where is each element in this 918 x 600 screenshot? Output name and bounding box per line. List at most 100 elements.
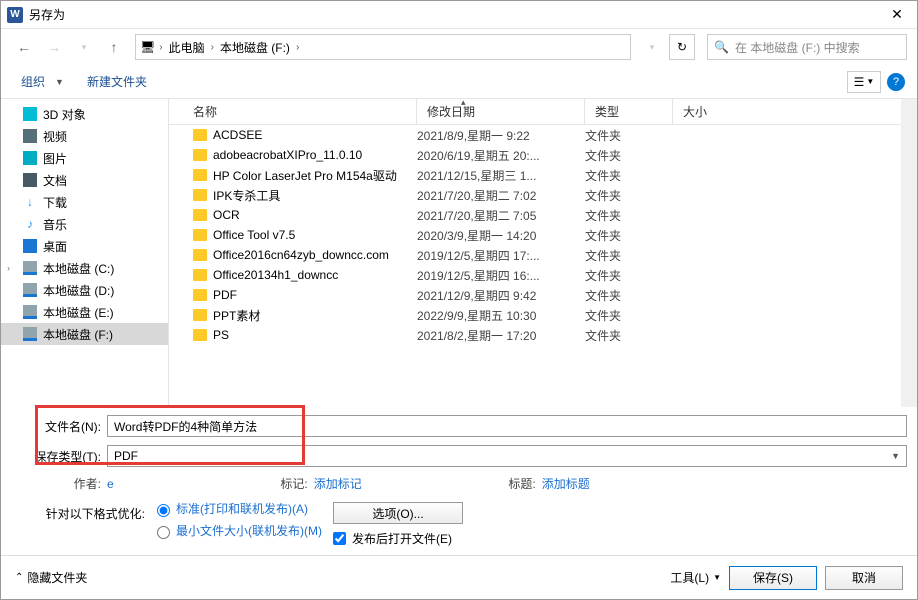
3d-icon [23,107,37,121]
refresh-button[interactable]: ↻ [669,34,695,60]
sidebar-item[interactable]: 视频 [1,125,168,147]
sidebar-item-label: 文档 [43,172,67,189]
table-row[interactable]: HP Color LaserJet Pro M154a驱动2021/12/15,… [169,165,901,185]
pc-icon: 🖥 [140,40,155,54]
sidebar-item[interactable]: 桌面 [1,235,168,257]
expand-icon[interactable]: › [7,263,10,273]
sidebar-item-label: 3D 对象 [43,106,86,123]
file-date-cell: 2019/12/5,星期四 16:... [417,267,585,284]
file-type-cell: 文件夹 [585,147,673,164]
cancel-button[interactable]: 取消 [825,566,903,590]
table-row[interactable]: ACDSEE2021/8/9,星期一 9:22文件夹 [169,125,901,145]
organize-button[interactable]: 组织 [13,69,53,94]
chevron-icon[interactable]: › [292,42,303,53]
sidebar-item[interactable]: 文档 [1,169,168,191]
hide-folders-button[interactable]: ⌃ 隐藏文件夹 [15,569,87,586]
drive-icon [23,327,37,341]
file-type-cell: 文件夹 [585,227,673,244]
table-row[interactable]: Office20134h1_downcc2019/12/5,星期四 16:...… [169,265,901,285]
sidebar-item[interactable]: ›本地磁盘 (C:) [1,257,168,279]
sidebar: 3D 对象视频图片文档 ↓下载 ♪ 音乐桌面›本地磁盘 (C:) 本地磁盘 (D:) 本地… [1,99,169,407]
sidebar-item-label: 音乐 [43,216,67,233]
table-row[interactable]: PS2021/8/2,星期一 17:20文件夹 [169,325,901,345]
tools-dropdown[interactable]: 工具(L) ▼ [670,569,721,586]
sidebar-item[interactable]: ♪ 音乐 [1,213,168,235]
chevron-down-icon[interactable]: ▼ [55,77,65,87]
file-date-cell: 2021/12/9,星期四 9:42 [417,287,585,304]
table-row[interactable]: Office2016cn64zyb_downcc.com2019/12/5,星期… [169,245,901,265]
breadcrumb-drive[interactable]: 本地磁盘 (F:) [218,39,292,56]
file-date-cell: 2020/6/19,星期五 20:... [417,147,585,164]
forward-button[interactable]: → [41,34,67,60]
table-row[interactable]: adobeacrobatXIPro_11.0.102020/6/19,星期五 2… [169,145,901,165]
sidebar-item[interactable]: 本地磁盘 (E:) [1,301,168,323]
sidebar-item-label: 本地磁盘 (F:) [43,326,113,343]
breadcrumb-pc[interactable]: 此电脑 [167,39,207,56]
recent-dropdown[interactable]: ▾ [71,34,97,60]
file-name-cell: Office2016cn64zyb_downcc.com [169,248,417,262]
new-folder-button[interactable]: 新建文件夹 [79,69,155,94]
search-icon: 🔍 [714,40,729,54]
column-type[interactable]: 类型 [585,99,673,124]
back-button[interactable]: ← [11,34,37,60]
folder-icon [193,249,207,261]
sort-indicator-icon: ▴ [461,97,466,108]
form-area: 文件名(N): 保存类型(T): PDF ▼ 作者: e 标记: 添加标记 [1,407,917,555]
author-label: 作者: [23,475,107,492]
column-date[interactable]: 修改日期 [417,99,585,124]
breadcrumb[interactable]: 🖥 › 此电脑 › 本地磁盘 (F:) › [135,34,631,60]
chevron-icon[interactable]: › [155,42,166,53]
pic-icon [23,151,37,165]
table-row[interactable]: PPT素材2022/9/9,星期五 10:30文件夹 [169,305,901,325]
column-size[interactable]: 大小 [673,99,901,124]
author-value[interactable]: e [107,477,114,491]
file-type-cell: 文件夹 [585,247,673,264]
file-type-cell: 文件夹 [585,127,673,144]
file-date-cell: 2021/8/2,星期一 17:20 [417,327,585,344]
filename-input[interactable] [107,415,907,437]
sidebar-item[interactable]: 本地磁盘 (D:) [1,279,168,301]
close-button[interactable]: ✕ [877,1,917,29]
folder-icon [193,209,207,221]
tags-value[interactable]: 添加标记 [314,475,362,492]
path-dropdown[interactable]: ▾ [639,34,665,60]
open-after-checkbox[interactable]: 发布后打开文件(E) [333,530,907,547]
table-row[interactable]: OCR2021/7/20,星期二 7:05文件夹 [169,205,901,225]
body-split: 3D 对象视频图片文档 ↓下载 ♪ 音乐桌面›本地磁盘 (C:) 本地磁盘 (D:) 本地… [1,99,917,407]
options-button[interactable]: 选项(O)... [333,502,463,524]
vertical-scrollbar[interactable] [901,99,917,407]
optimize-area: 针对以下格式优化: 标准(打印和联机发布)(A) 最小文件大小(联机发布)(M) [23,498,907,551]
search-input[interactable]: 🔍 在 本地磁盘 (F:) 中搜索 [707,34,907,60]
sidebar-item[interactable]: 本地磁盘 (F:) [1,323,168,345]
sidebar-item[interactable]: 图片 [1,147,168,169]
word-app-icon: W [7,7,23,23]
search-placeholder: 在 本地磁盘 (F:) 中搜索 [735,39,860,56]
doc-icon [23,173,37,187]
drive-icon [23,261,37,275]
table-row[interactable]: IPK专杀工具2021/7/20,星期二 7:02文件夹 [169,185,901,205]
view-mode-button[interactable]: ☰ ▼ [847,71,881,93]
help-button[interactable]: ? [887,73,905,91]
file-name-cell: HP Color LaserJet Pro M154a驱动 [169,167,417,184]
table-row[interactable]: PDF2021/12/9,星期四 9:42文件夹 [169,285,901,305]
sidebar-item-label: 图片 [43,150,67,167]
radio-standard[interactable]: 标准(打印和联机发布)(A) [157,502,333,518]
filetype-value: PDF [114,449,138,463]
file-list[interactable]: ACDSEE2021/8/9,星期一 9:22文件夹adobeacrobatXI… [169,125,901,407]
sidebar-item[interactable]: ↓下载 [1,191,168,213]
up-button[interactable]: ↑ [101,34,127,60]
column-name[interactable]: 名称 [169,99,417,124]
chevron-icon[interactable]: › [207,42,218,53]
save-button[interactable]: 保存(S) [729,566,817,590]
sidebar-item[interactable]: 3D 对象 [1,103,168,125]
file-name-cell: PS [169,328,417,342]
filetype-combobox[interactable]: PDF ▼ [107,445,907,467]
title-value[interactable]: 添加标题 [542,475,590,492]
vid-icon [23,129,37,143]
tags-label: 标记: [274,475,314,492]
down-icon: ↓ [23,195,37,209]
sidebar-item-label: 本地磁盘 (D:) [43,282,114,299]
music-icon: ♪ [23,217,37,231]
radio-minimum[interactable]: 最小文件大小(联机发布)(M) [157,524,333,540]
table-row[interactable]: Office Tool v7.52020/3/9,星期一 14:20文件夹 [169,225,901,245]
